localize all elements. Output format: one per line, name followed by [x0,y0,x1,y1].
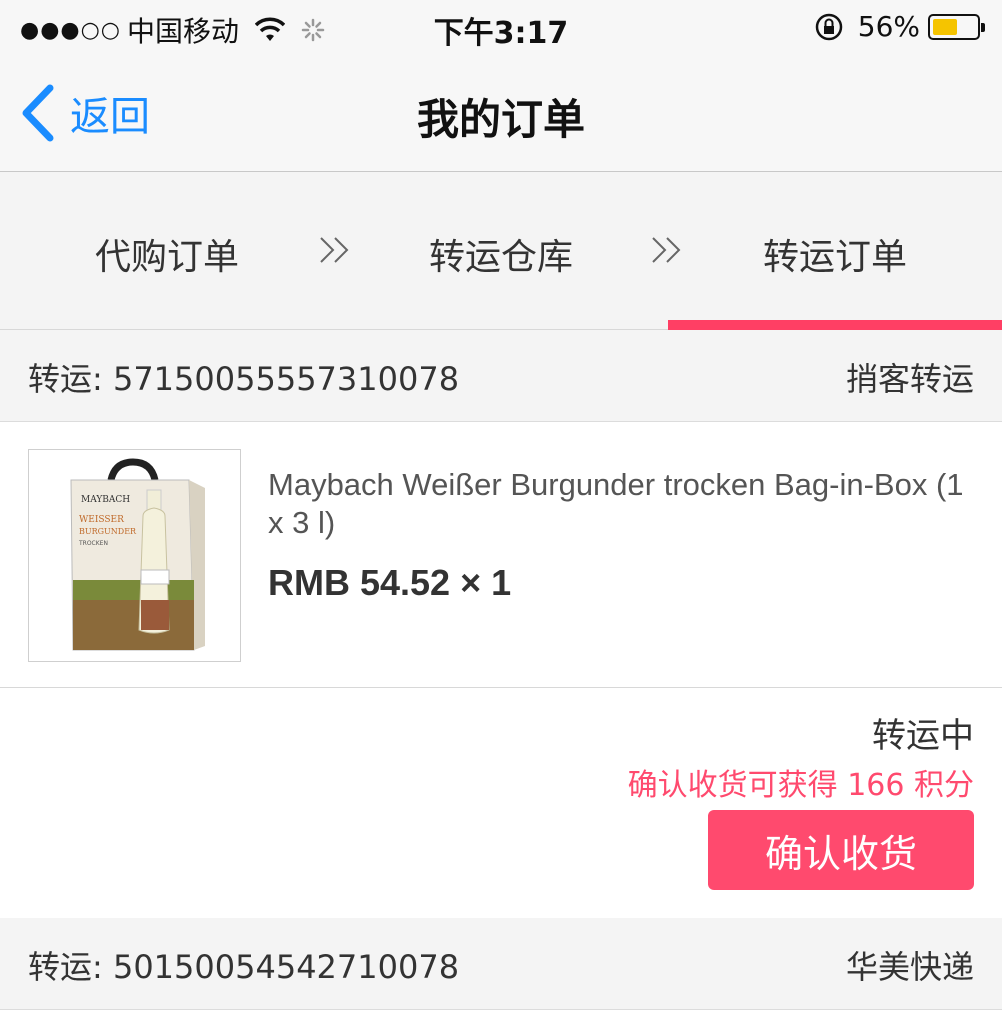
order-header: 转运: 50150054542710078 华美快递 [0,918,1002,1010]
status-bar-right: 56% [814,10,985,43]
product-image[interactable]: MAYBACH WEISSER BURGUNDER TROCKEN [28,449,241,662]
order-status: 转运中 [872,716,974,756]
order-footer: 转运中 确认收货可获得 166 积分 确认收货 [0,688,1002,918]
points-reward-note: 确认收货可获得 166 积分 [627,768,974,803]
order-number: 转运: 57150055557310078 [28,360,460,398]
tab-purchase-orders[interactable]: 代购订单 [0,228,334,280]
product-price: RMB 54.52 × 1 [268,562,512,603]
svg-text:TROCKEN: TROCKEN [78,540,108,547]
battery-level-fill [933,18,957,35]
battery-icon [928,13,985,40]
rotation-lock-icon [815,13,843,40]
confirm-receipt-button[interactable]: 确认收货 [708,810,974,890]
status-bar: ●●●○○ 中国移动 下午3:17 56% [0,0,1002,56]
shipping-carrier: 华美快递 [845,948,974,986]
order-number: 转运: 50150054542710078 [28,948,460,986]
tab-transfer-orders[interactable]: 转运订单 [668,228,1002,280]
tab-transfer-warehouse[interactable]: 转运仓库 [334,228,668,280]
svg-text:BURGUNDER: BURGUNDER [79,527,137,536]
page-title: 我的订单 [416,95,585,144]
order-step-tabs: 代购订单 转运仓库 转运订单 [0,172,1002,330]
wine-bag-in-box-product-image: MAYBACH WEISSER BURGUNDER TROCKEN [29,450,240,661]
svg-text:MAYBACH: MAYBACH [81,495,130,505]
battery-percent: 56% [857,10,920,43]
order-header: 转运: 57150055557310078 捎客转运 [0,330,1002,422]
product-name[interactable]: Maybach Weißer Burgunder trocken Bag-in-… [268,466,968,542]
navigation-bar: 返回 我的订单 [0,56,1002,172]
active-tab-indicator [668,320,1002,330]
shipping-carrier: 捎客转运 [845,360,974,398]
product-row[interactable]: MAYBACH WEISSER BURGUNDER TROCKEN Maybac… [0,422,1002,688]
battery-nub [981,22,985,32]
svg-text:WEISSER: WEISSER [79,515,124,525]
